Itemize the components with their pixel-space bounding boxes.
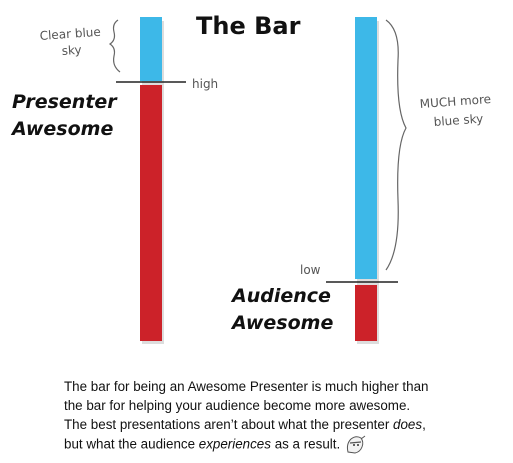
- caption-line-4: but what the audience experiences as a r…: [64, 434, 494, 456]
- audience-marker-label: low: [300, 263, 321, 277]
- presenter-brace-icon: [108, 19, 121, 73]
- audience-label-line1: Audience: [230, 285, 331, 307]
- presenter-annotation-line1: Clear blue: [39, 25, 101, 43]
- audience-bar: [326, 17, 398, 344]
- audience-awesome-segment: [355, 285, 377, 341]
- ninja-head-icon: [347, 435, 366, 454]
- caption-line-2: the bar for helping your audience become…: [64, 398, 411, 413]
- caption-emphasis-does: does: [393, 417, 423, 432]
- presenter-label-line1: Presenter: [12, 91, 118, 113]
- caption-line-3-text: The best presentations aren’t about what…: [64, 417, 394, 432]
- caption-line-3: The best presentations aren’t about what…: [64, 415, 494, 434]
- presenter-marker-label: high: [192, 77, 218, 91]
- audience-label-line2: Awesome: [230, 312, 333, 334]
- presenter-awesome-segment: [140, 85, 162, 341]
- audience-annotation-line1: MUCH more: [419, 92, 491, 111]
- presenter-bar: [116, 17, 186, 344]
- presenter-label-line2: Awesome: [10, 118, 113, 140]
- audience-annotation-line2: blue sky: [433, 112, 483, 129]
- caption-line-4-text: but what the audience: [64, 436, 199, 452]
- presenter-sky-segment: [140, 17, 162, 81]
- caption-line-1: The bar for being an Awesome Presenter i…: [64, 379, 429, 394]
- audience-brace-icon: [385, 19, 407, 271]
- presenter-annotation-line2: sky: [61, 43, 82, 58]
- caption-line-4-end: as a result.: [270, 436, 341, 452]
- audience-sky-segment: [355, 17, 377, 279]
- diagram-title: The Bar: [196, 12, 301, 40]
- caption: The bar for being an Awesome Presenter i…: [64, 377, 494, 456]
- caption-emphasis-experiences: experiences: [198, 436, 271, 452]
- caption-line-3-end: ,: [422, 417, 426, 432]
